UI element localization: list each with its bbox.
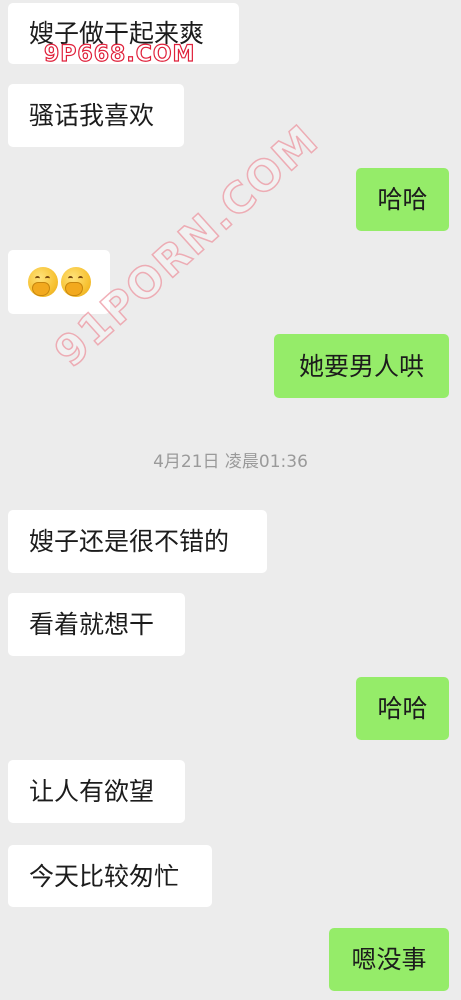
message-bubble-incoming[interactable]: 嫂子还是很不错的 <box>8 510 267 573</box>
message-bubble-outgoing[interactable]: 哈哈 <box>356 677 449 740</box>
watermark-logo: 9P668.COM <box>43 41 196 67</box>
message-bubble-incoming[interactable]: 骚话我喜欢 <box>8 84 184 147</box>
message-bubble-incoming[interactable]: 看着就想干 <box>8 593 185 656</box>
message-text: 哈哈 <box>377 694 428 723</box>
message-text: 嗯没事 <box>351 945 427 974</box>
message-bubble-outgoing[interactable]: 哈哈 <box>356 168 449 231</box>
message-text: 骚话我喜欢 <box>29 101 155 130</box>
message-text: 嫂子还是很不错的 <box>29 527 230 556</box>
message-bubble-outgoing[interactable]: 嗯没事 <box>329 928 449 991</box>
message-text: 今天比较匆忙 <box>29 861 180 891</box>
message-bubble-outgoing[interactable]: 她要男人哄 <box>274 334 449 398</box>
emoji-row <box>28 267 91 297</box>
message-text: 看着就想干 <box>29 610 155 639</box>
message-timestamp: 4月21日 凌晨01:36 <box>153 452 308 472</box>
message-text: 哈哈 <box>377 185 428 214</box>
message-bubble-incoming[interactable]: 今天比较匆忙 <box>8 845 212 907</box>
message-bubble-incoming[interactable]: 让人有欲望 <box>8 760 185 823</box>
message-text: 她要男人哄 <box>298 351 424 381</box>
message-text: 让人有欲望 <box>29 777 155 806</box>
hand-over-mouth-emoji <box>28 267 58 297</box>
hand-over-mouth-emoji <box>61 267 91 297</box>
